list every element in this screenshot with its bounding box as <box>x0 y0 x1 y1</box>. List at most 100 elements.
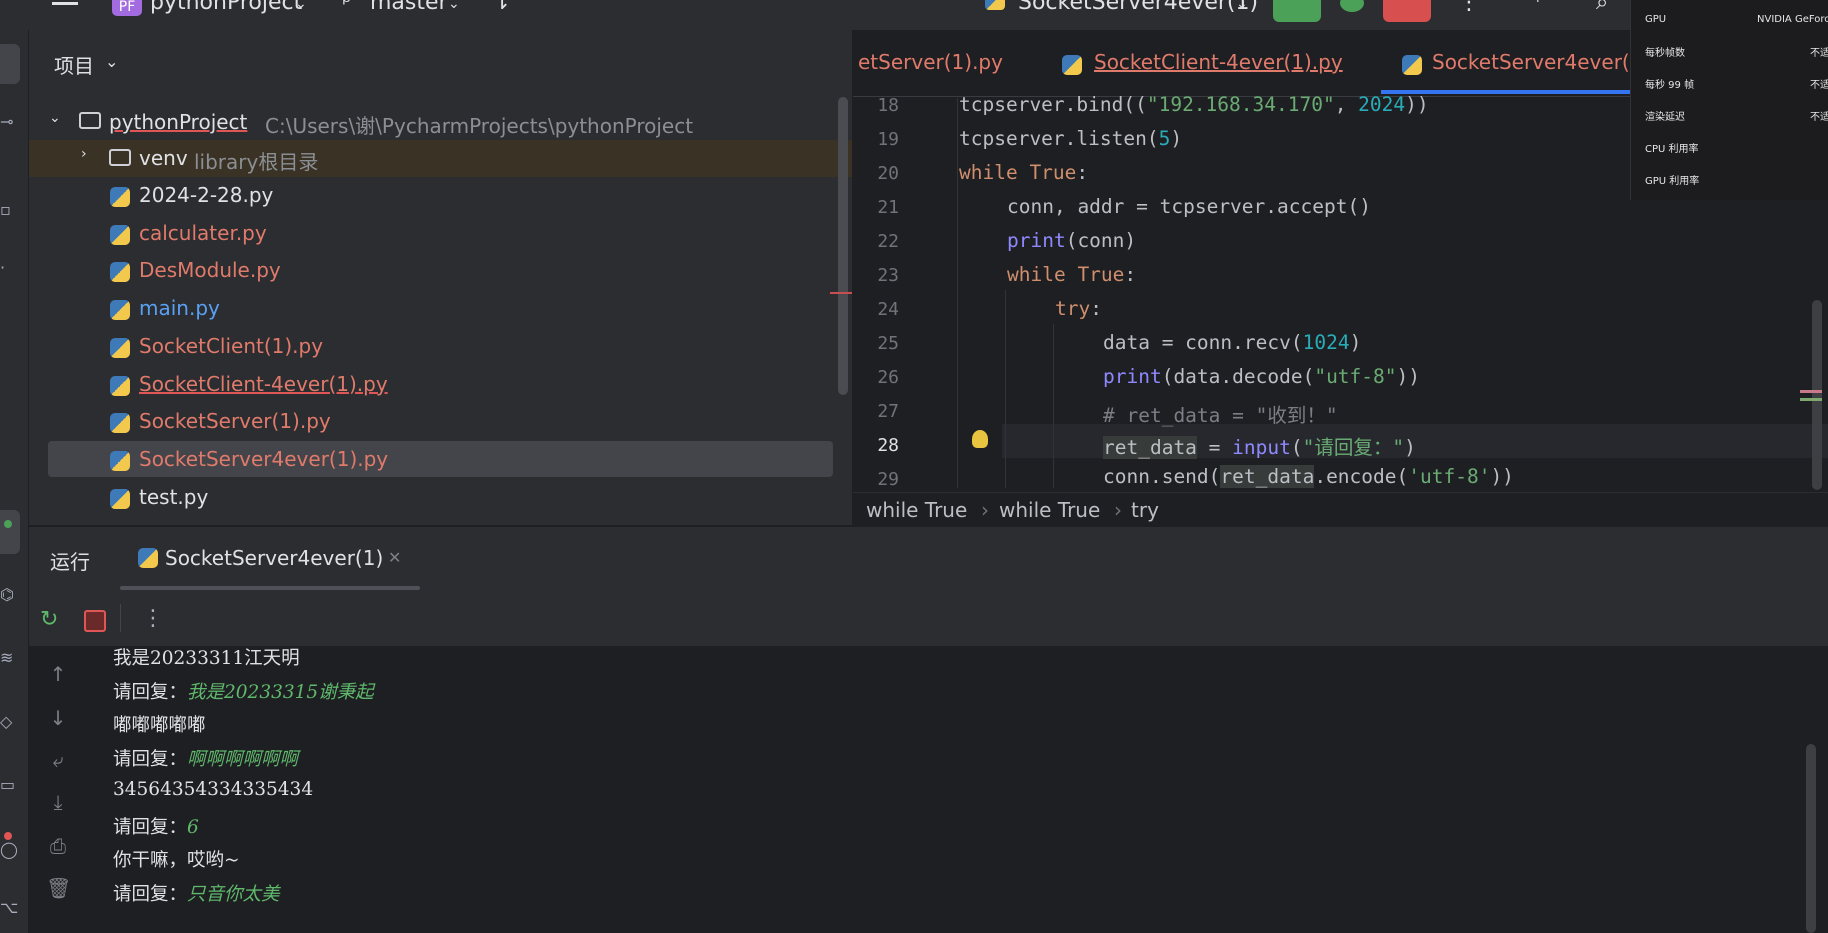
project-selector[interactable]: pythonProject <box>150 0 302 15</box>
code-line-21: conn, addr = tcpserver.accept() <box>1007 195 1371 218</box>
breadcrumb-item[interactable]: while True <box>999 498 1100 522</box>
indent-guide <box>1053 324 1054 488</box>
project-badge: PF <box>112 0 142 16</box>
error-stripe-mark <box>1800 390 1822 393</box>
console-line: 34564354334335434 <box>113 779 313 800</box>
project-panel-title[interactable]: 项目 <box>54 50 94 79</box>
git-icon[interactable]: ⌥ <box>0 898 20 918</box>
run-panel-title[interactable]: 运行 <box>50 546 90 575</box>
python-file-icon <box>110 413 130 434</box>
add-user-icon[interactable]: ⁺ <box>1532 0 1544 15</box>
line-number: 22 <box>877 231 899 252</box>
stop-button[interactable] <box>1383 0 1431 22</box>
commit-icon[interactable]: ⇂ <box>493 0 511 15</box>
trash-icon[interactable]: 🗑 <box>46 876 71 900</box>
editor-scrollbar[interactable] <box>1812 300 1822 490</box>
file-name: test.py <box>139 484 209 509</box>
console-line: 嘟嘟嘟嘟嘟 <box>113 711 206 737</box>
python-file-icon <box>110 488 130 509</box>
file-name: main.py <box>139 296 220 321</box>
tree-item-file[interactable]: SocketClient(1).py <box>29 328 852 364</box>
rerun-button[interactable] <box>1273 0 1321 22</box>
gpu-name: NVIDIA GeForce <box>1757 14 1828 25</box>
line-number: 28 <box>877 435 899 456</box>
chevron-down-icon[interactable]: ⌄ <box>448 0 460 12</box>
python-icon <box>138 548 158 568</box>
chevron-down-icon[interactable]: ⌄ <box>295 0 307 12</box>
structure-tool-icon[interactable]: ▫ <box>0 200 20 220</box>
tab-socketclient-4ever[interactable]: SocketClient-4ever(1).py <box>1094 50 1343 74</box>
scroll-up-icon[interactable]: ↑ <box>46 662 70 686</box>
tree-item-file[interactable]: DesModule.py <box>29 252 852 288</box>
line-number: 26 <box>877 367 899 388</box>
breadcrumb-item[interactable]: while True <box>866 498 967 522</box>
tree-item-file[interactable]: 2024-2-28.py <box>29 177 852 213</box>
main-menu-icon[interactable] <box>52 0 78 10</box>
commit-tool-icon[interactable]: ⊸ <box>0 112 20 132</box>
console-line: 请回复：只音你太美 <box>113 880 280 906</box>
fps99-value: 不适 <box>1810 80 1828 91</box>
tree-item-file[interactable]: SocketServer4ever(1).py <box>48 440 833 477</box>
chevron-down-icon[interactable]: ⌄ <box>105 52 118 71</box>
stop-icon[interactable] <box>84 610 106 632</box>
run-tab-label[interactable]: SocketServer4ever(1) <box>165 546 383 570</box>
print-icon[interactable]: ⎙ <box>46 834 70 858</box>
console-line: 我是20233311江天明 <box>113 644 300 670</box>
tree-item-file[interactable]: test.py <box>29 479 852 515</box>
python-file-icon <box>110 187 130 207</box>
code-line-24: try: <box>1055 297 1102 320</box>
tree-root[interactable]: ⌄ pythonProject C:\Users\谢\PycharmProjec… <box>29 104 852 140</box>
tree-item-venv[interactable]: › venv library根目录 <box>29 140 852 177</box>
tree-item-file[interactable]: SocketServer(1).py <box>29 403 852 439</box>
run-tool-icon[interactable] <box>0 510 20 554</box>
chevron-right-icon: › <box>1114 498 1122 522</box>
latency-label: 渲染延迟 <box>1645 112 1685 123</box>
line-number: 20 <box>877 163 899 184</box>
python-packages-icon[interactable]: ⌬ <box>0 585 20 605</box>
python-file-icon <box>110 300 130 321</box>
rerun-icon[interactable]: ↻ <box>40 607 58 632</box>
services-icon[interactable]: ◇ <box>0 712 20 732</box>
fps-value: 不适 <box>1810 48 1828 59</box>
more-tools-icon[interactable]: · <box>0 258 20 278</box>
python-file-icon <box>110 224 130 245</box>
project-tool-icon[interactable] <box>0 44 20 84</box>
close-tab-icon[interactable]: ✕ <box>388 548 401 567</box>
console-scrollbar[interactable] <box>1806 744 1816 933</box>
soft-wrap-icon[interactable]: ⤶ <box>46 748 70 772</box>
branch-selector[interactable]: master <box>370 0 448 15</box>
code-line-18: tcpserver.bind(("192.168.34.170", 2024)) <box>959 93 1429 116</box>
folder-icon <box>79 112 101 129</box>
tab-socketserver1[interactable]: etServer(1).py <box>858 50 1003 74</box>
scroll-to-end-icon[interactable]: ⤓ <box>46 790 70 814</box>
problems-icon[interactable]: ◯ <box>0 840 20 860</box>
venv-note: library根目录 <box>194 150 319 174</box>
code-line-22: print(conn) <box>1007 229 1137 252</box>
tree-item-file[interactable]: SocketClient-4ever(1).py <box>29 366 852 402</box>
project-scrollbar[interactable] <box>838 97 848 395</box>
python-file-icon <box>110 450 130 471</box>
run-config-selector[interactable]: SocketServer4ever(1) <box>1018 0 1258 15</box>
tree-item-file[interactable]: main.py <box>29 290 852 326</box>
scroll-down-icon[interactable]: ↓ <box>46 706 70 730</box>
more-icon[interactable]: ⋮ <box>1458 0 1480 15</box>
terminal-icon[interactable]: ▭ <box>0 775 20 795</box>
python-icon <box>1402 55 1422 75</box>
project-root-name: pythonProject <box>109 110 248 134</box>
intention-bulb-icon[interactable] <box>972 430 988 448</box>
more-icon[interactable]: ⋮ <box>142 606 164 631</box>
search-icon[interactable]: ⌕ <box>1596 0 1608 15</box>
tool-window-strip <box>0 30 29 933</box>
chevron-down-icon[interactable]: ⌄ <box>1236 0 1248 12</box>
breadcrumb-item[interactable]: try <box>1131 498 1159 522</box>
tree-item-file[interactable]: calculater.py <box>29 215 852 251</box>
layers-icon[interactable]: ≋ <box>0 648 20 668</box>
code-line-29: conn.send(ret_data.encode('utf-8')) <box>1103 465 1514 488</box>
chevron-down-icon: ⌄ <box>49 110 61 126</box>
cpu-usage-label: CPU 利用率 <box>1645 144 1699 155</box>
fps99-label: 每秒 99 帧 <box>1645 80 1695 91</box>
line-number: 23 <box>877 265 899 286</box>
file-name: SocketClient(1).py <box>139 333 324 358</box>
console-output-text: 嘟嘟嘟嘟嘟 <box>113 715 206 737</box>
chevron-right-icon: › <box>81 146 87 162</box>
